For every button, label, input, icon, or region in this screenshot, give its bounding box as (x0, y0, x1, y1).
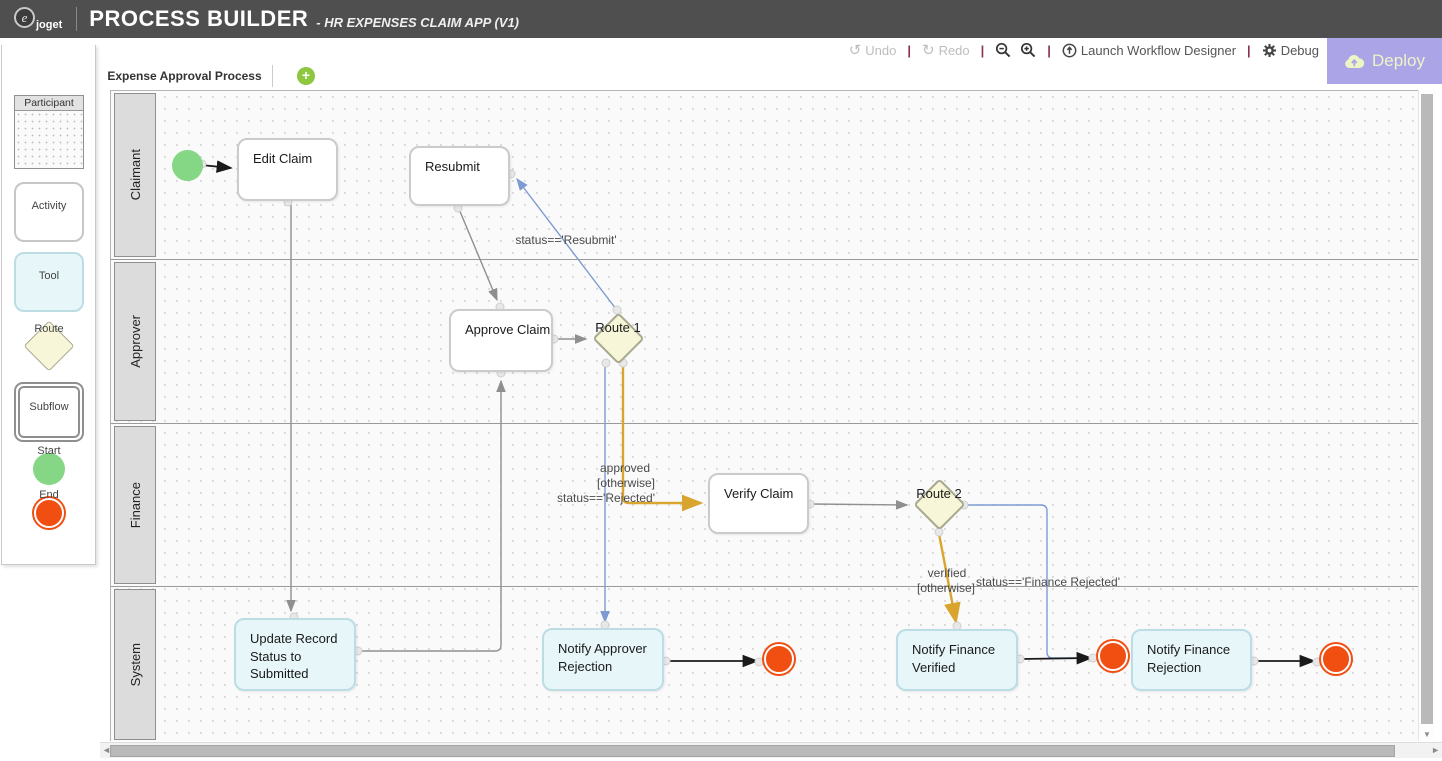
horizontal-scrollbar[interactable]: ◄ ► (100, 742, 1442, 758)
launch-icon (1062, 43, 1077, 57)
tab-expense-approval-process[interactable]: Expense Approval Process (97, 65, 273, 87)
process-tab-bar: Expense Approval Process + (97, 62, 1327, 90)
joget-logo-icon: e (14, 7, 35, 28)
node-verify-claim[interactable]: Verify Claim (708, 473, 809, 534)
edge-label-resubmit-condition: status=='Resubmit' (515, 233, 617, 247)
zoom-in-icon (1021, 42, 1036, 58)
header-divider (76, 7, 78, 31)
start-circle-shape (33, 453, 65, 485)
end-circle-shape (34, 498, 64, 528)
palette-item-tool[interactable]: Tool (14, 252, 84, 312)
node-end-1[interactable] (764, 644, 794, 674)
app-header: e joget PROCESS BUILDER - HR EXPENSES CL… (0, 0, 1442, 38)
zoom-in-button[interactable] (1020, 42, 1036, 58)
deploy-button[interactable]: Deploy (1327, 38, 1442, 84)
edge-label-finance-rejected-condition: status=='Finance Rejected' (976, 575, 1120, 589)
toolbar-separator: | (980, 42, 985, 58)
palette-item-subflow[interactable]: Subflow (14, 382, 84, 442)
redo-icon: ↻ (921, 41, 935, 59)
joget-logo: e joget (14, 7, 62, 31)
launch-workflow-designer-button[interactable]: Launch Workflow Designer (1062, 43, 1236, 58)
edge-label-otherwise-1: [otherwise] (596, 476, 656, 490)
lane-header-approver[interactable]: Approver (114, 262, 156, 421)
vertical-scrollbar-thumb[interactable] (1421, 94, 1433, 724)
palette-item-participant[interactable]: Participant (14, 95, 84, 169)
palette-item-end[interactable]: End (14, 489, 84, 539)
process-canvas[interactable]: Claimant Approver Finance System status=… (110, 90, 1418, 741)
joget-logo-text: joget (36, 19, 63, 31)
edge-label-verified: verified (927, 566, 967, 580)
toolbar-separator: | (1247, 42, 1251, 58)
redo-button[interactable]: ↻ Redo (922, 43, 970, 58)
plus-icon: + (301, 67, 311, 83)
node-end-2[interactable] (1098, 641, 1128, 671)
node-resubmit[interactable]: Resubmit (409, 146, 510, 206)
node-route-1[interactable]: Route 1 (591, 312, 645, 366)
toolbar-separator: | (907, 42, 911, 58)
horizontal-scrollbar-thumb[interactable] (110, 745, 1395, 757)
shape-palette: Participant Activity Tool Route Subflow … (1, 45, 96, 565)
scroll-down-icon[interactable]: ▼ (1423, 730, 1431, 739)
palette-item-activity[interactable]: Activity (14, 182, 84, 242)
scroll-right-icon[interactable]: ► (1431, 745, 1440, 755)
add-process-button[interactable]: + (297, 67, 315, 85)
node-end-3[interactable] (1321, 644, 1351, 674)
node-update-record-status[interactable]: Update Record Status to Submitted (234, 618, 356, 691)
zoom-out-icon (996, 42, 1011, 58)
zoom-out-button[interactable] (995, 42, 1011, 58)
page-title: PROCESS BUILDER (89, 6, 309, 31)
node-notify-approver-rejection[interactable]: Notify Approver Rejection (542, 628, 664, 691)
node-notify-finance-rejection[interactable]: Notify Finance Rejection (1131, 629, 1252, 691)
toolbar: ↺ Undo | ↻ Redo | | Launch Workflow Desi… (0, 38, 1327, 62)
node-route-2[interactable]: Route 2 (912, 478, 966, 532)
app-subtitle: - HR EXPENSES CLAIM APP (V1) (316, 14, 519, 30)
participant-shape (15, 111, 83, 168)
node-edit-claim[interactable]: Edit Claim (237, 138, 338, 201)
node-notify-finance-verified[interactable]: Notify Finance Verified (896, 629, 1018, 691)
undo-button[interactable]: ↺ Undo (849, 43, 897, 58)
vertical-scrollbar[interactable]: ▼ (1418, 90, 1435, 741)
process-builder-app: e joget PROCESS BUILDER - HR EXPENSES CL… (0, 0, 1442, 761)
palette-participant-label: Participant (15, 96, 83, 111)
lane-header-claimant[interactable]: Claimant (114, 93, 156, 257)
lane-header-finance[interactable]: Finance (114, 426, 156, 584)
palette-item-route[interactable]: Route (14, 318, 84, 376)
edge-label-rejected-condition: status=='Rejected' (557, 491, 655, 505)
gear-icon (1262, 43, 1276, 57)
node-approve-claim[interactable]: Approve Claim (449, 309, 553, 372)
debug-button[interactable]: Debug (1262, 43, 1319, 58)
undo-icon: ↺ (848, 41, 862, 59)
edge-label-otherwise-2: [otherwise] (916, 581, 976, 595)
cloud-upload-icon (1345, 54, 1365, 68)
node-start[interactable] (172, 150, 203, 181)
palette-item-start[interactable]: Start (14, 445, 84, 491)
toolbar-separator: | (1047, 42, 1051, 58)
edge-label-approved: approved (599, 461, 651, 475)
lane-header-system[interactable]: System (114, 589, 156, 740)
